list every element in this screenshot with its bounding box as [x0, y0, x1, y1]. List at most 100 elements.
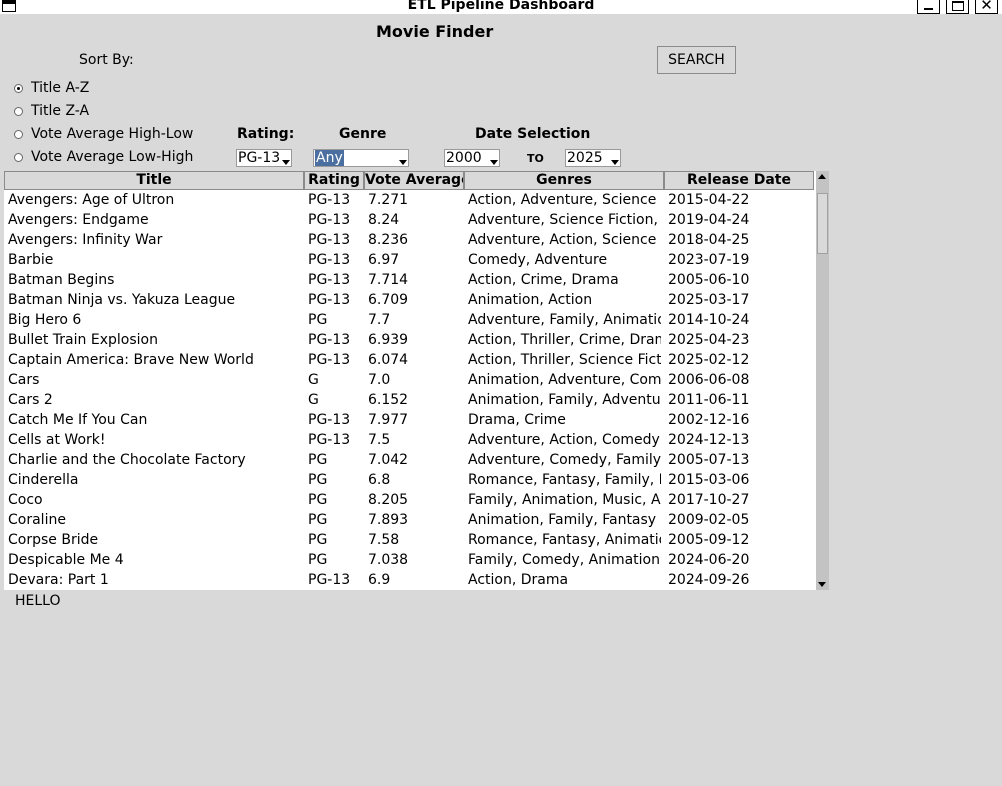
rating-dropdown-value: PG-13 — [238, 150, 281, 166]
cell-genres: Action, Thriller, Science Fiction — [468, 352, 661, 368]
table-row[interactable]: Coraline PG 7.893 Animation, Family, Fantas… — [4, 510, 816, 530]
cell-release-date: 2019-04-24 — [668, 212, 750, 228]
date-to-dropdown[interactable]: 2025 — [565, 149, 621, 167]
date-selection-label: Date Selection — [475, 126, 591, 142]
cell-title: Corpse Bride — [8, 532, 99, 548]
radio-indicator-selected — [14, 84, 23, 93]
rating-label: Rating: — [237, 126, 295, 142]
cell-genres: Action, Drama — [468, 572, 569, 588]
cell-vote-average: 7.0 — [368, 372, 391, 388]
cell-title: Devara: Part 1 — [8, 572, 109, 588]
cell-rating: PG-13 — [308, 572, 351, 588]
cell-vote-average: 7.58 — [368, 532, 400, 548]
cell-genres: Adventure, Action, Science Fiction — [468, 232, 661, 248]
table-row[interactable]: Avengers: Infinity War PG-13 8.236 Adventur… — [4, 230, 816, 250]
cell-vote-average: 7.038 — [368, 552, 409, 568]
cell-rating: PG-13 — [308, 192, 351, 208]
cell-rating: PG-13 — [308, 352, 351, 368]
window-title-bar: ETL Pipeline Dashboard ✕ — [0, 0, 1002, 14]
cell-rating: PG — [308, 312, 328, 328]
minimize-button[interactable] — [917, 0, 940, 14]
cell-rating: PG — [308, 512, 328, 528]
table-row[interactable]: Bullet Train Explosion PG-13 6.939 Action, … — [4, 330, 816, 350]
cell-title: Batman Ninja vs. Yakuza League — [8, 292, 236, 308]
table-row[interactable]: Captain America: Brave New World PG-13 6.0… — [4, 350, 816, 370]
movie-table[interactable]: Title Rating Vote Average Genres Release… — [4, 171, 816, 590]
table-row[interactable]: Despicable Me 4 PG 7.038 Family, Comedy, An… — [4, 550, 816, 570]
cell-vote-average: 6.074 — [368, 352, 409, 368]
cell-vote-average: 7.893 — [368, 512, 409, 528]
cell-release-date: 2024-06-20 — [668, 552, 750, 568]
chevron-down-icon — [282, 160, 290, 165]
table-row[interactable]: Avengers: Age of Ultron PG-13 7.271 Action,… — [4, 190, 816, 210]
table-row[interactable]: Devara: Part 1 PG-13 6.9 Action, Drama 2024-… — [4, 570, 816, 590]
column-header-rating[interactable]: Rating — [304, 171, 364, 190]
cell-vote-average: 6.9 — [368, 572, 391, 588]
table-row[interactable]: Batman Begins PG-13 7.714 Action, Crime, Dr… — [4, 270, 816, 290]
cell-rating: PG — [308, 552, 328, 568]
cell-release-date: 2011-06-11 — [668, 392, 750, 408]
cell-title: Despicable Me 4 — [8, 552, 124, 568]
scroll-up-icon[interactable] — [818, 174, 826, 179]
table-row[interactable]: Barbie PG-13 6.97 Comedy, Adventure 2023-07-… — [4, 250, 816, 270]
cell-genres: Action, Adventure, Science Fiction — [468, 192, 661, 208]
rating-dropdown[interactable]: PG-13 — [236, 149, 292, 167]
cell-vote-average: 7.977 — [368, 412, 409, 428]
column-header-release-date[interactable]: Release Date — [664, 171, 814, 190]
scrollbar-thumb[interactable] — [817, 193, 828, 254]
table-row[interactable]: Cells at Work! PG-13 7.5 Adventure, Action,… — [4, 430, 816, 450]
date-to-label: TO — [527, 152, 544, 165]
cell-title: Catch Me If You Can — [8, 412, 148, 428]
cell-vote-average: 8.205 — [368, 492, 409, 508]
column-header-vote-average[interactable]: Vote Average — [364, 171, 464, 190]
cell-release-date: 2025-02-12 — [668, 352, 750, 368]
cell-genres: Drama, Crime — [468, 412, 566, 428]
cell-rating: G — [308, 392, 319, 408]
cell-title: Cinderella — [8, 472, 79, 488]
genre-dropdown-value: Any — [315, 150, 344, 166]
cell-title: Avengers: Age of Ultron — [8, 192, 175, 208]
cell-genres: Family, Animation, Music, Adventure — [468, 492, 661, 508]
table-row[interactable]: Charlie and the Chocolate Factory PG 7.042… — [4, 450, 816, 470]
table-row[interactable]: Corpse Bride PG 7.58 Romance, Fantasy, Anim… — [4, 530, 816, 550]
cell-rating: PG — [308, 472, 328, 488]
cell-title: Cars — [8, 372, 40, 388]
table-row[interactable]: Avengers: Endgame PG-13 8.24 Adventure, Sci… — [4, 210, 816, 230]
maximize-button[interactable] — [946, 0, 969, 14]
column-header-genres[interactable]: Genres — [464, 171, 664, 190]
cell-vote-average: 7.714 — [368, 272, 409, 288]
table-row[interactable]: Coco PG 8.205 Family, Animation, Music, Adv… — [4, 490, 816, 510]
cell-rating: PG-13 — [308, 412, 351, 428]
cell-genres: Romance, Fantasy, Animation — [468, 532, 661, 548]
cell-release-date: 2025-03-17 — [668, 292, 750, 308]
search-button[interactable]: SEARCH — [657, 46, 736, 74]
genre-dropdown[interactable]: Any — [313, 149, 409, 167]
cell-vote-average: 7.271 — [368, 192, 409, 208]
cell-rating: PG — [308, 452, 328, 468]
table-scrollbar[interactable] — [816, 171, 829, 590]
date-from-dropdown[interactable]: 2000 — [444, 149, 500, 167]
scroll-down-icon[interactable] — [818, 582, 826, 587]
column-header-title[interactable]: Title — [4, 171, 304, 190]
cell-release-date: 2005-09-12 — [668, 532, 750, 548]
cell-title: Coraline — [8, 512, 66, 528]
sort-option-label: Title A-Z — [31, 80, 90, 96]
table-row[interactable]: Batman Ninja vs. Yakuza League PG-13 6.709… — [4, 290, 816, 310]
date-to-value: 2025 — [567, 150, 603, 166]
cell-vote-average: 7.042 — [368, 452, 409, 468]
table-row[interactable]: Catch Me If You Can PG-13 7.977 Drama, Crim… — [4, 410, 816, 430]
sort-by-label: Sort By: — [79, 52, 134, 68]
maximize-icon — [952, 1, 964, 11]
cell-rating: PG-13 — [308, 212, 351, 228]
table-row[interactable]: Cinderella PG 6.8 Romance, Fantasy, Family,… — [4, 470, 816, 490]
cell-vote-average: 7.5 — [368, 432, 391, 448]
table-row[interactable]: Cars G 7.0 Animation, Adventure, Comedy 2006… — [4, 370, 816, 390]
chevron-down-icon — [399, 160, 407, 165]
cell-title: Cars 2 — [8, 392, 53, 408]
cell-vote-average: 8.236 — [368, 232, 409, 248]
cell-release-date: 2018-04-25 — [668, 232, 750, 248]
table-row[interactable]: Big Hero 6 PG 7.7 Adventure, Family, Animat… — [4, 310, 816, 330]
cell-release-date: 2005-06-10 — [668, 272, 750, 288]
table-row[interactable]: Cars 2 G 6.152 Animation, Family, Adventure… — [4, 390, 816, 410]
close-button[interactable]: ✕ — [975, 0, 998, 14]
